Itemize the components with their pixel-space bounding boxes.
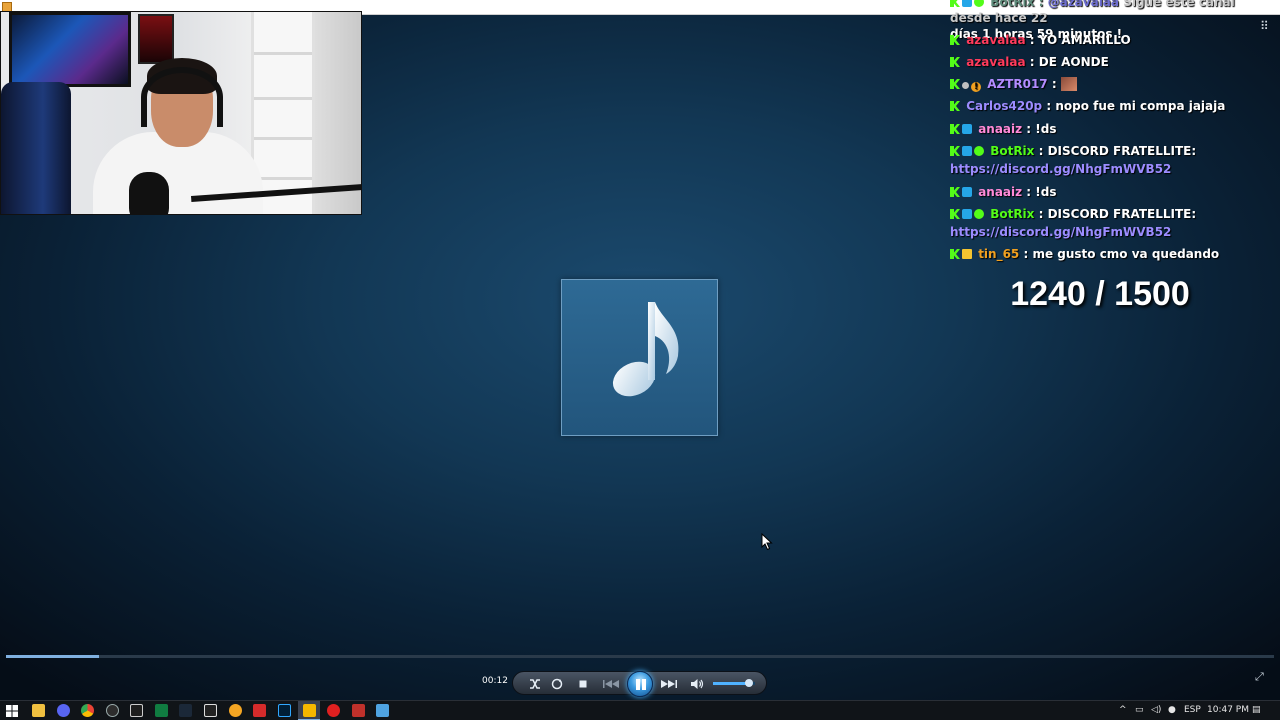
record-icon[interactable]	[327, 704, 340, 717]
chat-message: ! AZTR017 :	[950, 75, 1250, 93]
excel-icon[interactable]	[155, 704, 168, 717]
repeat-icon[interactable]	[549, 676, 565, 692]
chat-message: BotRix : DISCORD FRATELLITE: https://dis…	[950, 207, 1197, 239]
microphone-icon[interactable]: ●	[1168, 705, 1176, 715]
stop-icon[interactable]	[575, 676, 591, 692]
pause-button[interactable]	[627, 671, 653, 697]
chat-username: anaaiz	[978, 185, 1023, 199]
kick-badge-icon	[950, 79, 960, 89]
kick-badge-icon	[950, 209, 960, 219]
chat-text: nopo fue mi compa jajaja	[1055, 99, 1226, 113]
chat-username: AZTR017	[987, 77, 1048, 91]
photoshop-icon[interactable]	[278, 704, 291, 717]
crown-badge-icon	[962, 249, 972, 259]
kick-badge-icon	[950, 124, 960, 134]
volume-knob[interactable]	[744, 679, 753, 687]
capcut-icon[interactable]	[130, 704, 143, 717]
chat-link[interactable]: https://discord.gg/NhgFmWVB52	[950, 162, 1171, 176]
chat-message: tin_65 : me gusto cmo va quedando	[950, 245, 1250, 263]
wallet-icon[interactable]	[229, 704, 242, 717]
emote-icon	[1060, 77, 1077, 91]
chat-text: YO AMARILLO	[1038, 33, 1131, 47]
bot-badge-icon	[962, 146, 972, 156]
chat-text: !ds	[1035, 185, 1057, 199]
chat-message: azavalaa : DE AONDE	[950, 53, 1250, 71]
volume-icon[interactable]	[689, 676, 705, 692]
media-player-icon[interactable]	[303, 704, 316, 717]
chat-username: BotRix	[990, 0, 1035, 9]
fullscreen-icon[interactable]: ⤢	[1255, 671, 1267, 683]
obs-icon[interactable]	[106, 704, 119, 717]
kick-badge-icon	[950, 35, 960, 45]
chat-message: azavalaa : YO AMARILLO	[950, 31, 1250, 49]
next-icon[interactable]	[659, 676, 679, 692]
webcam-feed	[0, 11, 362, 215]
clock[interactable]: 10:47 PM	[1207, 705, 1249, 715]
kick-badge-icon	[950, 146, 960, 156]
chat-text: me gusto cmo va quedando	[1032, 247, 1220, 261]
seek-bar[interactable]	[6, 655, 1274, 658]
previous-icon[interactable]	[601, 676, 621, 692]
shuffle-icon[interactable]	[527, 676, 543, 692]
kick-badge-icon	[950, 249, 960, 259]
bot-badge-icon	[962, 187, 972, 197]
windows-start-icon[interactable]	[6, 705, 18, 717]
news-app-icon[interactable]	[352, 704, 365, 717]
verified-badge-icon	[974, 146, 984, 156]
media-app-icon[interactable]	[253, 704, 266, 717]
discord-icon[interactable]	[57, 704, 70, 717]
chat-message: anaaiz : !ds	[950, 120, 1250, 138]
chrome-icon[interactable]	[81, 704, 94, 717]
chat-text: DE AONDE	[1038, 55, 1109, 69]
chat-message: Carlos420p : nopo fue mi compa jajaja	[950, 97, 1250, 115]
taskbar: ^ ▭ ◁) ● ESP 10:47 PM ▤	[0, 700, 1280, 720]
network-icon[interactable]: ▭	[1135, 705, 1144, 715]
language-indicator[interactable]: ESP	[1184, 705, 1201, 715]
chat-mention: @azavalaa	[1047, 0, 1120, 9]
chat-username: tin_65	[978, 247, 1020, 261]
music-note-icon	[612, 302, 679, 397]
player-controls	[512, 671, 767, 697]
speaker-icon[interactable]: ◁)	[1151, 705, 1161, 715]
sub-badge-icon	[962, 82, 969, 89]
volume-level	[713, 682, 749, 685]
chat-text: DISCORD FRATELLITE:	[1047, 144, 1197, 158]
kick-badge-icon	[950, 101, 960, 111]
file-explorer-icon[interactable]	[32, 704, 45, 717]
mouse-cursor-icon	[761, 533, 773, 551]
chat-username: azavalaa	[966, 55, 1026, 69]
chat-text: DISCORD FRATELLITE:	[1047, 207, 1197, 221]
chat-username: azavalaa	[966, 33, 1026, 47]
bot-badge-icon	[962, 124, 972, 134]
chat-settings-icon[interactable]: ⠿	[1260, 20, 1272, 32]
elapsed-time: 00:12	[482, 676, 508, 686]
epic-games-icon[interactable]	[204, 704, 217, 717]
kick-badge-icon	[950, 57, 960, 67]
seek-progress	[6, 655, 99, 658]
notifications-icon[interactable]: ▤	[1252, 705, 1261, 715]
chat-username: BotRix	[990, 144, 1035, 158]
chat-text: !ds	[1035, 122, 1057, 136]
bot-badge-icon	[962, 209, 972, 219]
pause-icon	[636, 679, 640, 690]
verified-badge-icon	[974, 209, 984, 219]
album-art	[561, 279, 718, 436]
chat-message: anaaiz : !ds	[950, 183, 1250, 201]
chat-message: BotRix : DISCORD FRATELLITE: https://dis…	[950, 144, 1197, 176]
volume-slider[interactable]	[713, 679, 755, 687]
steam-icon[interactable]	[179, 704, 192, 717]
chat-username: Carlos420p	[966, 99, 1043, 113]
chat-username: BotRix	[990, 207, 1035, 221]
chat-username: anaaiz	[978, 122, 1023, 136]
chat-link[interactable]: https://discord.gg/NhgFmWVB52	[950, 225, 1171, 239]
kick-badge-icon	[950, 187, 960, 197]
goal-counter: 1240 / 1500	[1010, 275, 1190, 313]
tray-chevron-icon[interactable]: ^	[1119, 705, 1127, 715]
coin-badge-icon: !	[971, 82, 981, 92]
chat-partial-message: BotRix : @azavalaa Sigue este canal desd…	[950, 0, 1270, 41]
chat-app-icon[interactable]	[376, 704, 389, 717]
